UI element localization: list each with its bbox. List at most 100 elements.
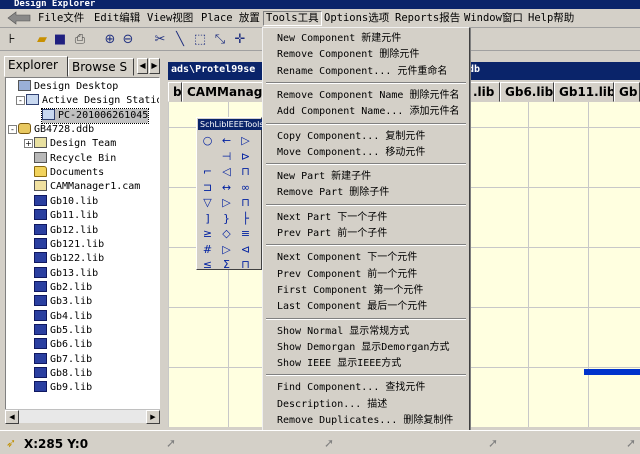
tree-item[interactable]: Design Team [34,137,116,151]
tree-item[interactable]: Gb8.lib [34,367,92,381]
doc-tab[interactable]: Gb6.lib [500,82,554,102]
palette-tool-icon[interactable]: ▷ [237,132,254,149]
tab-scroll-right-icon[interactable]: ▶ [149,58,160,74]
doc-tab[interactable]: Gb [614,82,640,102]
palette-tool-icon[interactable]: ├ [237,210,254,227]
menu-item[interactable]: Copy Component... 复制元件 [277,130,425,144]
tree-item[interactable]: Gb4.lib [34,309,92,324]
palette-tool-icon[interactable]: ⊐ [199,179,216,196]
tree-item[interactable]: Gb10.lib [34,194,98,209]
menu-item[interactable]: Remove Part 删除子件 [277,186,389,200]
palette-tool-icon[interactable]: ∞ [237,179,254,196]
palette-tool-icon[interactable]: ◁ [218,163,235,180]
move-icon[interactable]: ⤡ [212,32,228,48]
doc-tab[interactable]: CAMManage [182,82,274,102]
menu-item[interactable]: Last Component 最后一个元件 [277,300,427,314]
menu-help[interactable]: Help帮助 [526,12,576,27]
palette-tool-icon[interactable]: ⊣ [218,148,235,165]
menu-item[interactable]: New Part 新建子件 [277,170,371,184]
menu-item[interactable]: Next Component 下一个元件 [277,251,417,265]
palette-tool-icon[interactable]: ≤ [199,256,216,273]
palette-tool-icon[interactable] [199,148,216,165]
scroll-right-icon[interactable]: ▶ [146,410,160,424]
menu-item[interactable]: Show Demorgan 显示Demorgan方式 [277,341,449,355]
palette-tool-icon[interactable]: } [218,210,235,227]
tree-item[interactable]: PC-201006261045 [40,107,150,124]
menu-item[interactable]: Move Component... 移动元件 [277,146,425,160]
expand-icon[interactable]: + [24,139,33,149]
palette-tool-icon[interactable]: ⊓ [237,163,254,180]
menu-item[interactable]: Remove Duplicates... 删除复制件 [277,414,453,428]
tree-item[interactable]: Design Desktop [18,80,118,94]
palette-tool-icon[interactable]: ▽ [199,194,216,211]
palette-tool-icon[interactable]: ⌐ [199,163,216,180]
menu-item[interactable]: Show IEEE 显示IEEE方式 [277,357,401,371]
save-icon[interactable]: ■ [52,32,68,48]
tree-item[interactable]: GB4728.ddb [18,123,94,137]
zoom-in-icon[interactable]: ⊕ [102,32,118,48]
palette-tool-icon[interactable]: ◇ [218,225,235,242]
menu-reports[interactable]: Reports报告 [393,12,462,27]
tree-item[interactable]: Gb13.lib [34,266,98,281]
print-icon[interactable]: ⎙ [72,32,88,48]
open-folder-icon[interactable]: ▰ [34,32,50,48]
menu-edit[interactable]: Edit编辑 [92,12,142,27]
menu-place[interactable]: Place 放置 [199,12,262,27]
palette-tool-icon[interactable]: ▷ [218,194,235,211]
tree-item[interactable]: Gb11.lib [34,209,98,223]
panel-toggle-icon[interactable]: ⊦ [4,32,20,48]
menu-options[interactable]: Options选项 [322,12,391,27]
tree-item[interactable]: Documents [34,166,104,180]
menu-item[interactable]: Remove Component 删除元件 [277,48,419,62]
tree-item[interactable]: Gb6.lib [34,338,92,352]
tree-horizontal-scrollbar[interactable]: ◀ ▶ [5,409,160,424]
crosshair-icon[interactable]: ✛ [232,32,248,48]
tree-item[interactable]: Gb2.lib [34,280,92,295]
palette-tool-icon[interactable]: ⊲ [237,241,254,258]
menu-item[interactable]: Prev Part 前一个子件 [277,227,387,241]
palette-tool-icon[interactable]: ↔ [218,179,235,196]
palette-tool-icon[interactable]: Σ [218,256,235,273]
tree-item[interactable]: Active Design Station [26,94,159,108]
menu-item[interactable]: Prev Component 前一个元件 [277,268,417,282]
tab-scroll-left-icon[interactable]: ◀ [137,58,148,74]
tree-item[interactable]: Gb12.lib [34,223,98,238]
tree-item[interactable]: Gb122.lib [34,252,104,266]
palette-tool-icon[interactable]: ] [199,210,216,227]
menu-item[interactable]: Next Part 下一个子件 [277,211,387,225]
menu-item[interactable]: Find Component... 查找元件 [277,381,425,395]
doc-tab[interactable]: .lib [468,82,500,102]
tree-item[interactable]: Gb9.lib [34,381,92,395]
tab-explorer[interactable]: Explorer [4,56,68,77]
scroll-left-icon[interactable]: ◀ [5,410,19,424]
menu-item[interactable]: Add Component Name... 添加元件名 [277,105,459,119]
zoom-out-icon[interactable]: ⊖ [120,32,136,48]
tree-item[interactable]: Gb7.lib [34,352,92,367]
menu-item[interactable]: Rename Component... 元件重命名 [277,65,447,79]
tree-item[interactable]: Recycle Bin [34,151,116,166]
tree-item[interactable]: Gb5.lib [34,323,92,338]
collapse-icon[interactable]: - [8,125,17,135]
tree-item[interactable]: Gb121.lib [34,237,104,252]
menu-item[interactable]: Show Normal 显示常规方式 [277,325,409,339]
menu-file[interactable]: File文件 [36,12,86,27]
palette-tool-icon[interactable]: ⊳ [237,148,254,165]
palette-tool-icon[interactable]: ⊓ [237,194,254,211]
menu-item[interactable]: Description... 描述 [277,398,387,412]
back-arrow-icon[interactable] [6,11,32,25]
cut-icon[interactable]: ✂ [152,32,168,48]
palette-tool-icon[interactable]: ≡ [237,225,254,242]
palette-tool-icon[interactable]: ≥ [199,225,216,242]
doc-tab[interactable]: b [168,82,182,102]
doc-tab[interactable]: Gb11.lib [554,82,614,102]
menu-view[interactable]: View视图 [145,12,195,27]
wire-icon[interactable]: ╲ [172,32,188,48]
tab-browse[interactable]: Browse S [68,58,134,76]
collapse-icon[interactable]: - [16,96,25,106]
menu-item[interactable]: Remove Component Name 删除元件名 [277,89,459,103]
menu-item[interactable]: New Component 新建元件 [277,32,401,46]
palette-tool-icon[interactable]: ○ [199,132,216,149]
menu-tools[interactable]: Tools工具 [263,11,322,26]
palette-tool-icon[interactable]: ▷ [218,241,235,258]
tree-item[interactable]: Gb3.lib [34,295,92,309]
